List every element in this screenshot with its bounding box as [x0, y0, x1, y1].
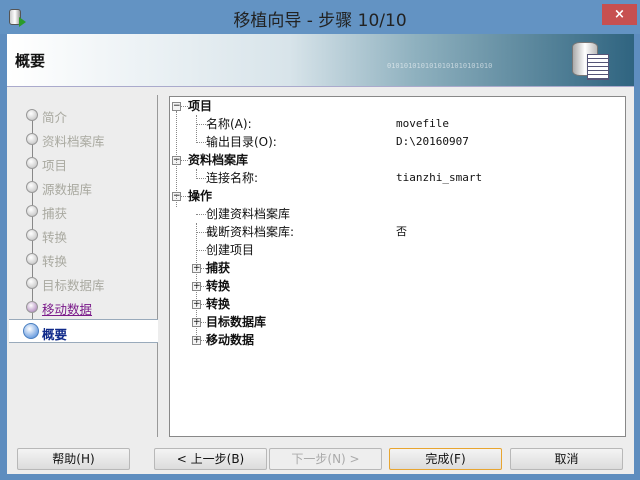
wizard-step: 目标数据库 [9, 271, 158, 295]
tree-item[interactable]: 创建项目 [206, 241, 254, 259]
step-label: 目标数据库 [42, 278, 105, 293]
next-button: 下一步(N) > [269, 448, 382, 470]
tree-connector [196, 142, 206, 143]
step-label: 简介 [42, 110, 68, 125]
tree-connector [180, 196, 188, 197]
tree-node[interactable]: 目标数据库 [206, 313, 266, 331]
wizard-step[interactable]: 移动数据 [9, 295, 158, 319]
wizard-step: 转换 [9, 247, 158, 271]
tree-connector [196, 124, 206, 125]
tree-node[interactable]: 项目 [188, 97, 212, 115]
tree-connector [196, 214, 206, 215]
step-node-icon [26, 181, 38, 193]
tree-connector [196, 115, 197, 143]
tree-connector [196, 250, 206, 251]
step-label: 移动数据 [42, 302, 93, 317]
wizard-header: 概要 0101010101010101010101010 [7, 34, 634, 87]
tree-connector [196, 178, 206, 179]
wizard-step: 捕获 [9, 199, 158, 223]
wizard-step: 资料档案库 [9, 127, 158, 151]
binary-decoration: 0101010101010101010101010 [387, 62, 493, 70]
wizard-step: 简介 [9, 103, 158, 127]
cancel-button[interactable]: 取消 [510, 448, 623, 470]
wizard-body: 概要 0101010101010101010101010 简介 资料档案库 项目 源数… [7, 34, 634, 474]
tree-value: 否 [396, 225, 407, 238]
wizard-step: 概要 [9, 319, 158, 343]
step-node-icon [23, 323, 39, 339]
tree-item[interactable]: 创建资料档案库 [206, 205, 290, 223]
tree-connector [196, 223, 197, 343]
step-label: 概要 [42, 327, 68, 342]
tree-value: tianzhi_smart [396, 171, 483, 184]
step-node-icon [26, 133, 38, 145]
tree-item[interactable]: 输出目录(O): [206, 133, 277, 151]
tree-connector [176, 111, 177, 207]
window-title: 移植向导 - 步骤 10/10 [233, 11, 407, 31]
title-bar: 移植向导 - 步骤 10/10 × [0, 0, 640, 34]
tree-node[interactable]: 转换 [206, 295, 230, 313]
tree-node[interactable]: 资料档案库 [188, 151, 248, 169]
step-node-icon [26, 229, 38, 241]
tree-connector [196, 169, 197, 179]
tree-item[interactable]: 连接名称: [206, 169, 258, 187]
wizard-step: 转换 [9, 223, 158, 247]
tree-value: D:\20160907 [396, 135, 469, 148]
wizard-steps: 简介 资料档案库 项目 源数据库 捕获 转换 转换 目标数据库 移动数据 概要 [9, 95, 158, 437]
back-button[interactable]: < 上一步(B) [154, 448, 267, 470]
step-node-icon [26, 109, 38, 121]
tree-connector [196, 232, 206, 233]
step-node-icon [26, 301, 38, 313]
tree-value: movefile [396, 117, 449, 130]
step-node-icon [26, 205, 38, 217]
help-button[interactable]: 帮助(H) [17, 448, 130, 470]
wizard-step: 源数据库 [9, 175, 158, 199]
tree-node[interactable]: 操作 [188, 187, 212, 205]
step-node-icon [26, 277, 38, 289]
tree-connector [180, 106, 188, 107]
step-label: 转换 [42, 230, 68, 245]
collapse-icon[interactable]: − [172, 102, 181, 111]
close-button[interactable]: × [602, 4, 637, 25]
tree-node[interactable]: 捕获 [206, 259, 230, 277]
tree-node[interactable]: 移动数据 [206, 331, 254, 349]
finish-button[interactable]: 完成(F) [389, 448, 502, 470]
step-label: 资料档案库 [42, 134, 105, 149]
tree-item[interactable]: 截断资料档案库: [206, 223, 294, 241]
step-node-icon [26, 157, 38, 169]
step-label: 源数据库 [42, 182, 93, 197]
page-title: 概要 [15, 52, 46, 70]
summary-tree[interactable]: 项目 − 名称(A): movefile 输出目录(O): D:\20160907 资料档案… [169, 96, 626, 437]
tree-node[interactable]: 转换 [206, 277, 230, 295]
tree-item[interactable]: 名称(A): [206, 115, 252, 133]
step-label: 项目 [42, 158, 68, 173]
migrate-document-icon [587, 54, 609, 80]
step-label: 转换 [42, 254, 68, 269]
wizard-step: 项目 [9, 151, 158, 175]
tree-connector [180, 160, 188, 161]
step-node-icon [26, 253, 38, 265]
step-label: 捕获 [42, 206, 68, 221]
